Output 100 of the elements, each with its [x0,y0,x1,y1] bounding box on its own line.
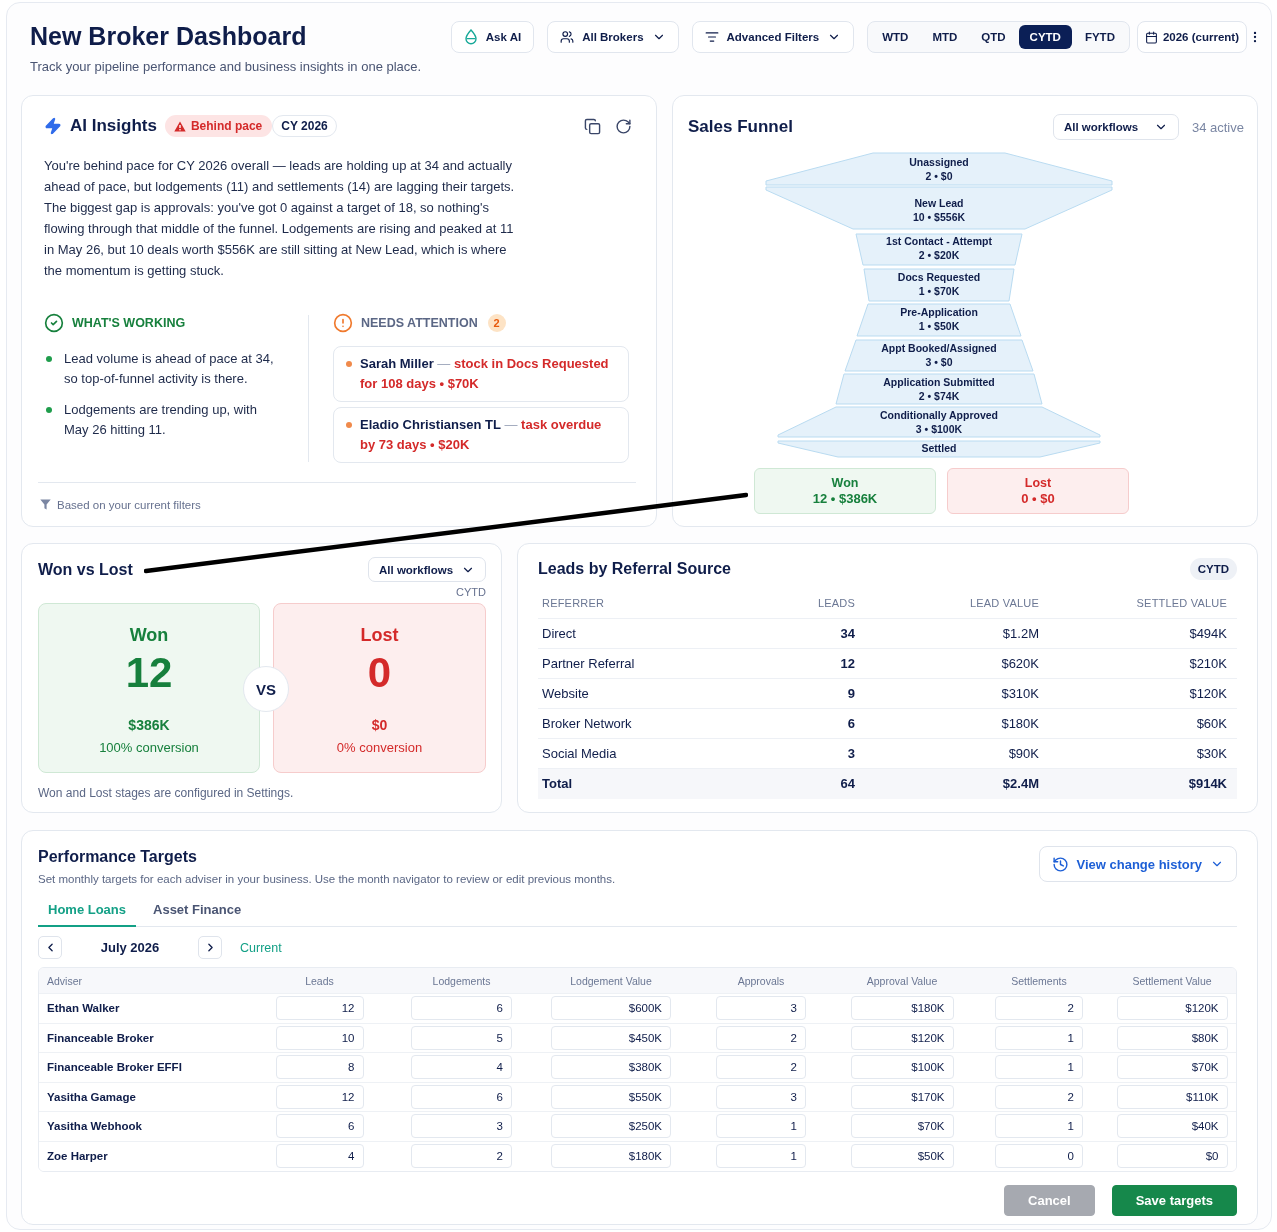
previous-month-button[interactable] [38,936,62,959]
column-header: Leads [304,974,335,987]
target-input[interactable]: 1 [995,1114,1083,1139]
stage-summary: 10 • $556K [912,211,966,223]
year-button[interactable]: 2026 (current) [1136,21,1247,53]
alert-circle-icon [333,313,353,333]
tab[interactable]: Asset Finance [143,895,252,927]
table-cell-text: $120K [1188,686,1228,701]
table-cell-text: $494K [1188,626,1228,641]
adviser-name: Yasitha Webhook [47,1120,142,1133]
target-input[interactable]: 1 [716,1114,806,1139]
next-month-button[interactable] [198,936,222,959]
target-input[interactable]: 2 [716,1055,806,1080]
outcome-label: Won [831,475,859,491]
target-input[interactable]: 3 [411,1114,512,1139]
period-tab[interactable]: WTD [871,25,920,49]
target-input[interactable]: 12 [275,996,364,1021]
target-input[interactable]: 6 [275,1114,364,1139]
target-input[interactable]: $110K [1116,1084,1228,1109]
change-history-button[interactable]: View change history [1038,846,1237,882]
column-header: SETTLED VALUE [1135,597,1228,609]
target-input[interactable]: 10 [275,1025,364,1050]
target-input[interactable]: 1 [716,1143,806,1168]
funnel-stage[interactable] [863,268,1015,302]
period-badge: CYTD [1189,558,1237,580]
target-input[interactable]: 6 [411,1084,512,1109]
ask-ai-button[interactable]: Ask AI [450,21,535,53]
insight-summary: You're behind pace for CY 2026 overall — leads are holding up at 34 and actually ahead of pace, but lodgements (11) and settlements (14) are lagging their targets. The biggest gap is approvals: you've got 0 against a target of 18, so nothing's flowing through that middle of the funnel. Lodgements are rising and peaked at 11 in May 26, but 10 deals worth $556K are still sitting at New Lead, which is where the momentum is getting stuck. [44,157,516,280]
target-input[interactable]: $250K [551,1114,671,1139]
outcome-value: $386K [128,716,170,734]
target-input[interactable]: $550K [551,1084,671,1109]
target-input[interactable]: 5 [411,1025,512,1050]
history-icon [1051,855,1069,873]
target-input[interactable]: $450K [551,1025,671,1050]
section-heading: WHAT'S WORKING [72,316,186,330]
table-cell-text: $210K [1188,656,1228,671]
target-input[interactable]: $80K [1116,1025,1228,1050]
target-input[interactable]: $70K [1116,1055,1228,1080]
target-input[interactable]: $180K [850,996,954,1021]
target-input[interactable]: 2 [995,1084,1083,1109]
target-input[interactable]: 2 [995,996,1083,1021]
period-tab[interactable]: FYTD [1073,25,1126,49]
table-cell-text: $90K [1007,746,1040,761]
warning-icon [173,120,186,132]
stage-name: Docs Requested [897,271,981,283]
target-input[interactable]: $600K [551,996,671,1021]
target-input[interactable]: 6 [411,996,512,1021]
target-input[interactable]: 2 [716,1025,806,1050]
bullet-dot-icon [346,422,352,428]
target-input[interactable]: $120K [1116,996,1228,1021]
target-input[interactable]: 3 [716,996,806,1021]
copy-icon[interactable] [584,117,601,135]
funnel-stage[interactable] [855,233,1023,266]
column-header: REFERRER [541,597,606,609]
attention-text: Sarah Miller — stock in Docs Requested for 108 days • $70K [360,355,610,393]
outcome-card[interactable]: Won 12 • $386K [754,468,936,514]
target-input[interactable]: 8 [275,1055,364,1080]
table-cell-text: 6 [846,716,856,731]
workflow-select[interactable]: All workflows [1052,114,1179,140]
column-header: LEADS [816,597,856,609]
period-tab[interactable]: QTD [970,25,1017,49]
status-badge: Behind pace [164,115,273,137]
target-input[interactable]: $70K [850,1114,954,1139]
refresh-icon[interactable] [615,117,632,135]
target-input[interactable]: 3 [716,1084,806,1109]
target-input[interactable]: 12 [275,1084,364,1109]
period-tab[interactable]: MTD [921,25,969,49]
target-input[interactable]: $380K [551,1055,671,1080]
target-input[interactable]: 4 [275,1143,364,1168]
workflow-select[interactable]: All workflows [368,557,486,582]
outcome-label: Lost [1024,475,1052,491]
target-input[interactable]: $120K [850,1025,954,1050]
attention-text: Eladio Christiansen TL — task overdue by 73 days • $20K [360,416,603,454]
target-input[interactable]: $180K [551,1143,671,1168]
outcome-label: Lost [360,624,399,646]
funnel-stage[interactable] [835,373,1043,405]
table-cell-text: Social Media [541,746,618,761]
funnel-stage[interactable] [844,339,1034,372]
target-input[interactable]: 2 [411,1143,512,1168]
funnel-stage[interactable] [777,406,1101,438]
target-input[interactable]: 0 [995,1143,1083,1168]
outcome-card[interactable]: Lost 0 • $0 [947,468,1129,514]
outcome-label: Won [129,624,169,646]
table-cell-text: Website [541,686,590,701]
target-input[interactable]: 4 [411,1055,512,1080]
target-input[interactable]: $100K [850,1055,954,1080]
card-title: Performance Targets [38,847,197,867]
brokers-dropdown[interactable]: All Brokers [547,21,679,53]
funnel-stage[interactable] [856,303,1022,337]
save-button[interactable]: Save targets [1111,1185,1237,1216]
target-input[interactable]: $40K [1116,1114,1228,1139]
period-tab[interactable]: CYTD [1018,25,1072,49]
table-cell-text: 9 [846,686,856,701]
column-header: Approvals [736,974,786,987]
target-input[interactable]: $50K [850,1143,954,1168]
filters-dropdown[interactable]: Advanced Filters [691,21,855,53]
target-input[interactable]: 1 [995,1025,1083,1050]
target-input[interactable]: $0 [1116,1143,1228,1168]
target-input[interactable]: 1 [995,1055,1083,1080]
target-input[interactable]: $170K [850,1084,954,1109]
